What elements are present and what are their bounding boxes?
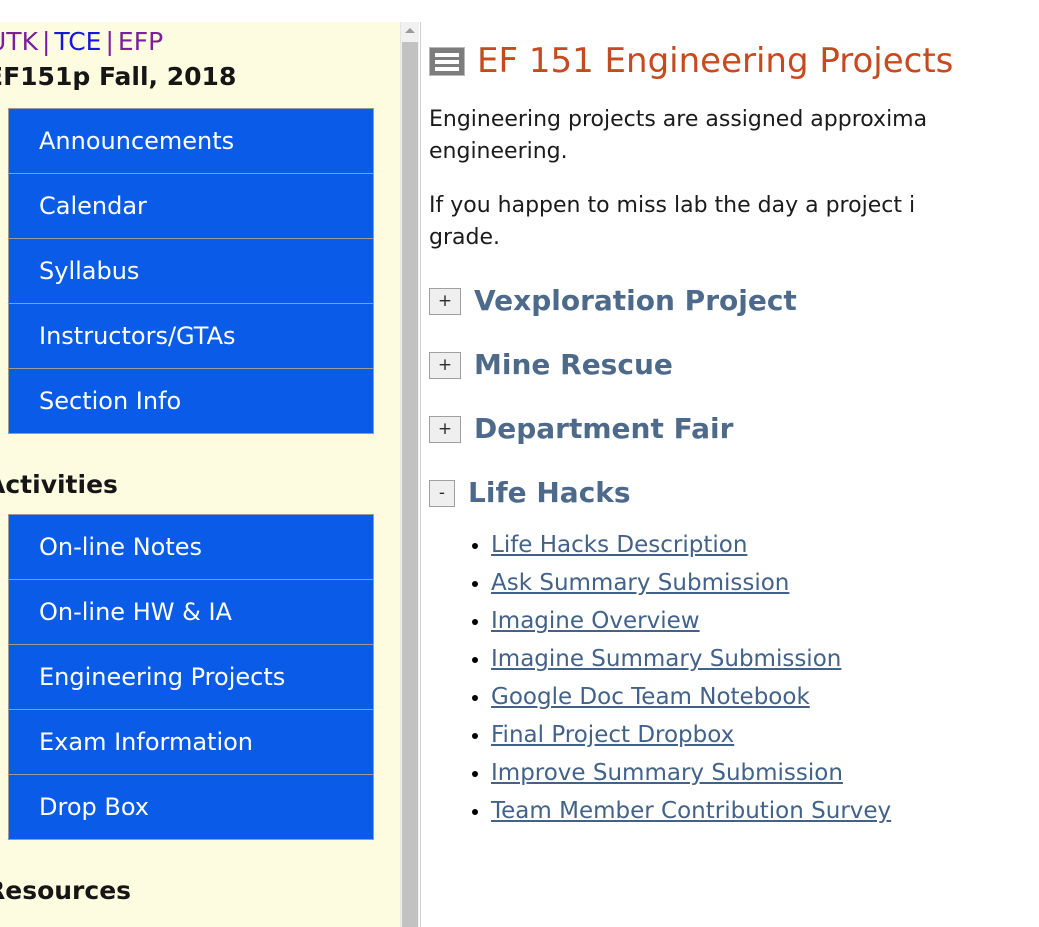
project-title-vexploration: Vexploration Project xyxy=(474,284,797,317)
page-top-gap xyxy=(0,0,1039,22)
sidebar-item-drop-box[interactable]: Drop Box xyxy=(9,775,373,839)
sidebar-item-announcements[interactable]: Announcements xyxy=(9,109,373,174)
link-ask-summary-submission[interactable]: Ask Summary Submission xyxy=(491,570,789,596)
sidebar-link-drop-box[interactable]: Drop Box xyxy=(9,775,373,839)
breadcrumb: UTK|TCE|EFP xyxy=(0,22,400,58)
page-title-text: EF 151 Engineering Projects xyxy=(477,41,954,81)
list-item: Ask Summary Submission xyxy=(491,566,1039,604)
sidebar-item-calendar[interactable]: Calendar xyxy=(9,174,373,239)
sidebar-link-announcements[interactable]: Announcements xyxy=(9,109,373,173)
project-section-mine-rescue: + Mine Rescue xyxy=(429,348,1039,382)
link-imagine-summary-submission[interactable]: Imagine Summary Submission xyxy=(491,646,841,672)
sidebar-link-syllabus[interactable]: Syllabus xyxy=(9,239,373,303)
course-title: EF151p Fall, 2018 xyxy=(0,62,237,91)
list-item: Team Member Contribution Survey xyxy=(491,794,1039,832)
vertical-scrollbar[interactable] xyxy=(400,22,419,927)
scrollbar-thumb[interactable] xyxy=(402,42,418,927)
sidebar-item-instructors-gtas[interactable]: Instructors/GTAs xyxy=(9,304,373,369)
sidebar-item-engineering-projects[interactable]: Engineering Projects xyxy=(9,645,373,710)
breadcrumb-link-tce[interactable]: TCE xyxy=(54,27,101,56)
intro-paragraph-1: Engineering projects are assigned approx… xyxy=(429,107,928,164)
project-section-department-fair: + Department Fair xyxy=(429,412,1039,446)
link-google-doc-team-notebook[interactable]: Google Doc Team Notebook xyxy=(491,684,810,710)
link-life-hacks-description[interactable]: Life Hacks Description xyxy=(491,532,747,558)
sidebar-item-section-info[interactable]: Section Info xyxy=(9,369,373,433)
sidebar-item-syllabus[interactable]: Syllabus xyxy=(9,239,373,304)
breadcrumb-link-utk[interactable]: UTK xyxy=(0,27,38,56)
browser-page: UTK|TCE|EFP EF151p Fall, 2018 Announceme… xyxy=(0,0,1039,927)
project-section-vexploration: + Vexploration Project xyxy=(429,284,1039,318)
main-content: EF 151 Engineering Projects Engineering … xyxy=(420,22,1039,927)
sidebar-heading-resources: Resources xyxy=(0,876,132,905)
list-item: Life Hacks Description xyxy=(491,528,1039,566)
sidebar-link-calendar[interactable]: Calendar xyxy=(9,174,373,238)
expand-toggle-department-fair[interactable]: + xyxy=(429,415,461,443)
sidebar-link-section-info[interactable]: Section Info xyxy=(9,369,373,433)
sidebar-heading-activities: Activities xyxy=(0,470,118,499)
sidebar-link-online-notes[interactable]: On-line Notes xyxy=(9,515,373,579)
page-title: EF 151 Engineering Projects xyxy=(429,40,1039,82)
sidebar-nav-primary: Announcements Calendar Syllabus Instruct… xyxy=(8,108,374,434)
list-item: Final Project Dropbox xyxy=(491,718,1039,756)
project-title-department-fair: Department Fair xyxy=(474,412,734,445)
sidebar-link-engineering-projects[interactable]: Engineering Projects xyxy=(9,645,373,709)
sidebar-link-online-hw-ia[interactable]: On-line HW & IA xyxy=(9,580,373,644)
scroll-up-arrow-icon[interactable] xyxy=(401,22,419,39)
sidebar: UTK|TCE|EFP EF151p Fall, 2018 Announceme… xyxy=(0,22,400,927)
list-item: Imagine Summary Submission xyxy=(491,642,1039,680)
project-title-mine-rescue: Mine Rescue xyxy=(474,348,673,381)
hamburger-menu-icon[interactable] xyxy=(429,46,465,76)
project-title-life-hacks: Life Hacks xyxy=(468,476,631,509)
intro-paragraph-2: If you happen to miss lab the day a proj… xyxy=(429,193,916,250)
project-section-life-hacks: - Life Hacks xyxy=(429,476,1039,510)
link-imagine-overview[interactable]: Imagine Overview xyxy=(491,608,700,634)
sidebar-link-exam-information[interactable]: Exam Information xyxy=(9,710,373,774)
expand-toggle-mine-rescue[interactable]: + xyxy=(429,351,461,379)
life-hacks-link-list: Life Hacks Description Ask Summary Submi… xyxy=(429,528,1039,832)
list-item: Imagine Overview xyxy=(491,604,1039,642)
link-improve-summary-submission[interactable]: Improve Summary Submission xyxy=(491,760,843,786)
list-item: Improve Summary Submission xyxy=(491,756,1039,794)
breadcrumb-separator-2: | xyxy=(105,27,114,56)
sidebar-item-exam-information[interactable]: Exam Information xyxy=(9,710,373,775)
sidebar-item-online-hw-ia[interactable]: On-line HW & IA xyxy=(9,580,373,645)
breadcrumb-link-efp[interactable]: EFP xyxy=(118,27,163,56)
collapse-toggle-life-hacks[interactable]: - xyxy=(429,479,455,507)
link-team-member-contribution-survey[interactable]: Team Member Contribution Survey xyxy=(491,798,891,824)
breadcrumb-separator-1: | xyxy=(41,27,51,56)
expand-toggle-vexploration[interactable]: + xyxy=(429,287,461,315)
sidebar-link-instructors-gtas[interactable]: Instructors/GTAs xyxy=(9,304,373,368)
sidebar-nav-activities: On-line Notes On-line HW & IA Engineerin… xyxy=(8,514,374,840)
sidebar-item-online-notes[interactable]: On-line Notes xyxy=(9,515,373,580)
link-final-project-dropbox[interactable]: Final Project Dropbox xyxy=(491,722,734,748)
list-item: Google Doc Team Notebook xyxy=(491,680,1039,718)
